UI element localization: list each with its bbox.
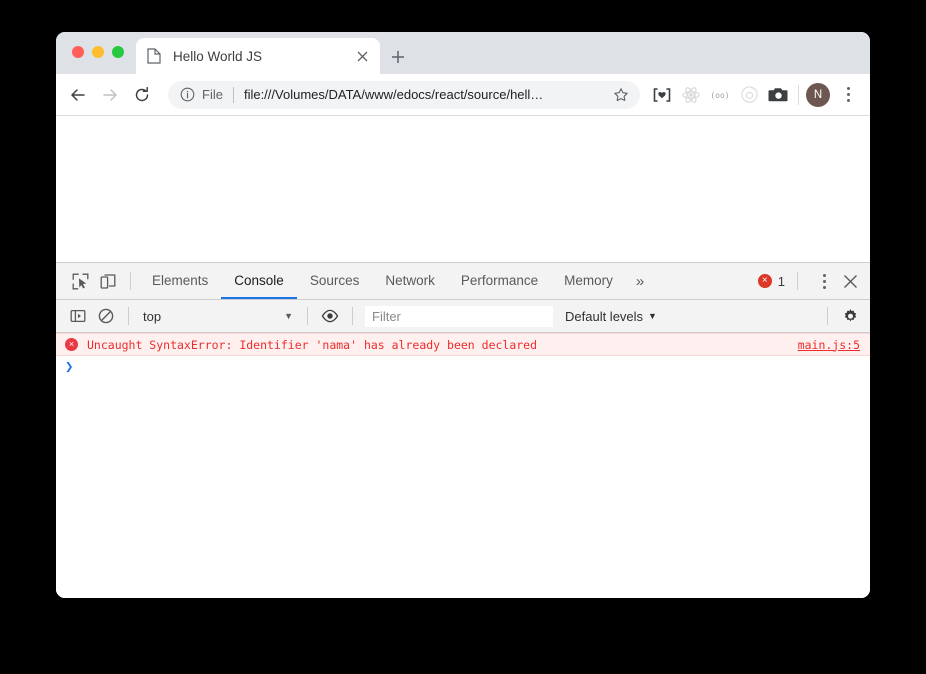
info-circle-icon[interactable] — [179, 87, 195, 103]
tab-console[interactable]: Console — [221, 263, 297, 299]
error-message-text: Uncaught SyntaxError: Identifier 'nama' … — [87, 337, 538, 352]
react-devtools-extension-icon[interactable] — [678, 82, 704, 108]
inspect-element-icon[interactable] — [66, 267, 94, 295]
console-output: × Uncaught SyntaxError: Identifier 'nama… — [56, 333, 870, 598]
more-tabs-button[interactable]: » — [626, 273, 654, 290]
reload-arrow-icon[interactable] — [128, 81, 156, 109]
back-arrow-icon[interactable] — [64, 81, 92, 109]
forward-arrow-icon — [96, 81, 124, 109]
avatar[interactable]: N — [806, 82, 830, 107]
console-filter-bar: top ▼ Filter Default levels ▼ — [56, 300, 870, 333]
log-levels-select[interactable]: Default levels ▼ — [557, 309, 665, 324]
bracket-heart-extension-icon[interactable] — [649, 82, 675, 108]
error-count-badge[interactable]: × 1 — [757, 273, 785, 289]
execution-context-value: top — [143, 308, 162, 324]
gear-icon[interactable] — [836, 302, 864, 330]
execution-context-select[interactable]: top ▼ — [139, 305, 299, 327]
tab-title: Hello World JS — [173, 48, 263, 64]
close-icon[interactable] — [354, 48, 370, 64]
console-sidebar-icon[interactable] — [64, 302, 92, 330]
window-traffic-lights — [72, 46, 124, 58]
error-icon: × — [65, 338, 78, 351]
filterbar-divider — [827, 307, 828, 325]
browser-window: Hello World JS File file:///Volumes/DATA… — [56, 32, 870, 598]
tab-network[interactable]: Network — [372, 263, 448, 299]
close-window-button[interactable] — [72, 46, 84, 58]
kebab-menu-icon[interactable] — [836, 83, 860, 107]
tab-strip: Hello World JS — [56, 32, 870, 74]
log-levels-label: Default levels — [565, 308, 644, 324]
console-error-message[interactable]: × Uncaught SyntaxError: Identifier 'nama… — [56, 333, 870, 356]
prompt-caret-icon: ❯ — [65, 359, 74, 375]
star-icon[interactable] — [612, 86, 630, 104]
devtools-divider — [130, 272, 131, 290]
filterbar-divider — [128, 307, 129, 325]
address-bar[interactable]: File file:///Volumes/DATA/www/edocs/reac… — [168, 80, 640, 109]
tab-sources[interactable]: Sources — [297, 263, 373, 299]
new-tab-button[interactable] — [386, 45, 410, 69]
url-text: file:///Volumes/DATA/www/edocs/react/sou… — [243, 87, 544, 102]
error-source-link[interactable]: main.js:5 — [798, 338, 860, 352]
circle-target-extension-icon[interactable] — [736, 82, 762, 108]
goggles-extension-icon[interactable]: (oo) — [707, 82, 733, 108]
minimize-window-button[interactable] — [92, 46, 104, 58]
devtools-divider — [797, 272, 798, 290]
filter-placeholder: Filter — [372, 308, 401, 324]
clear-console-icon[interactable] — [92, 302, 120, 330]
omnibox-divider — [232, 86, 234, 103]
tab-performance[interactable]: Performance — [448, 263, 551, 299]
tab-memory[interactable]: Memory — [551, 263, 626, 299]
filter-input[interactable]: Filter — [365, 305, 553, 327]
chevron-down-icon: ▼ — [284, 311, 293, 321]
page-icon — [146, 48, 162, 64]
svg-text:(oo): (oo) — [710, 91, 729, 100]
devtools-tabs: Elements Console Sources Network Perform… — [139, 263, 654, 299]
toolbar-divider — [798, 84, 799, 105]
error-count: 1 — [777, 273, 785, 289]
devtools-menu-icon[interactable] — [812, 269, 836, 293]
page-viewport — [56, 116, 870, 262]
tab-elements[interactable]: Elements — [139, 263, 221, 299]
devtools-panel: Elements Console Sources Network Perform… — [56, 262, 870, 598]
close-devtools-icon[interactable] — [836, 267, 864, 295]
error-icon: × — [757, 274, 772, 288]
browser-toolbar: File file:///Volumes/DATA/www/edocs/reac… — [56, 74, 870, 116]
maximize-window-button[interactable] — [112, 46, 124, 58]
devtools-tab-bar: Elements Console Sources Network Perform… — [56, 263, 870, 300]
filterbar-divider — [352, 307, 353, 325]
device-toolbar-icon[interactable] — [94, 267, 122, 295]
camera-screenshot-extension-icon[interactable] — [765, 82, 791, 108]
url-scheme-label: File — [202, 87, 223, 102]
chevron-down-icon: ▼ — [648, 311, 657, 321]
browser-tab[interactable]: Hello World JS — [136, 38, 380, 74]
console-prompt[interactable]: ❯ — [56, 356, 870, 378]
filterbar-divider — [307, 307, 308, 325]
eye-icon[interactable] — [316, 302, 344, 330]
